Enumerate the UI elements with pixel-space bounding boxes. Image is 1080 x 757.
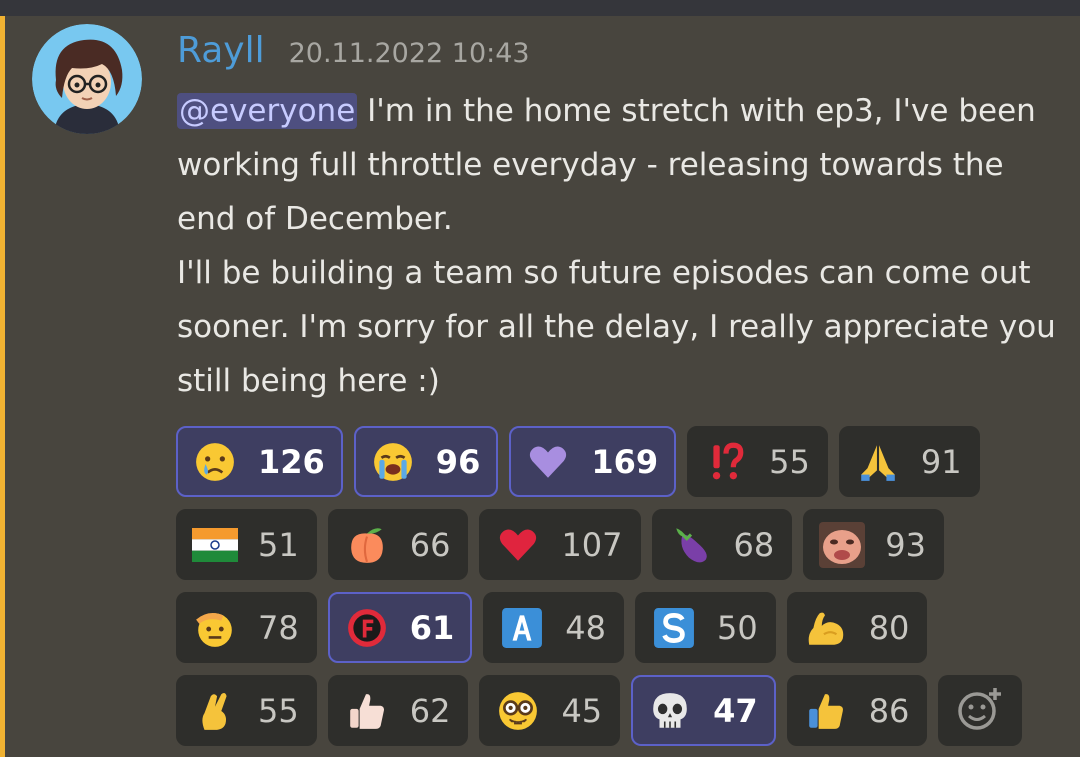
reaction[interactable]: 86 [786,675,928,746]
reaction-count: 96 [435,442,481,481]
reactions-bar: 126 96 169 55 91 51 66 107 68 93 78 61 4… [176,426,1056,746]
loudly-crying-face-icon [370,439,416,485]
exclamation-question-icon [703,439,749,485]
reaction-count: 55 [258,691,299,730]
add-reaction-icon [955,686,1005,736]
reaction[interactable]: 96 [353,426,499,497]
reaction-count: 51 [258,525,299,564]
reaction[interactable]: 66 [327,509,469,580]
reaction[interactable]: 107 [479,509,641,580]
reaction-count: 50 [716,608,758,647]
reaction[interactable]: 51 [176,509,317,580]
author-name[interactable]: Rayll [177,30,265,71]
reaction-count: 68 [733,525,775,564]
reaction-count: 169 [591,442,659,481]
avatar[interactable] [32,24,142,134]
crying-face-icon [192,439,238,485]
reaction[interactable]: 91 [838,426,980,497]
letter-a-icon [499,605,545,651]
letter-f-badge-icon [344,605,390,651]
thumbs-up-light-icon [344,688,390,734]
reaction[interactable]: 80 [786,592,928,663]
reaction-count: 86 [868,691,910,730]
reaction[interactable]: 68 [651,509,793,580]
reaction-count: 61 [409,608,455,647]
folded-hands-icon [855,439,901,485]
message-content: @everyone I'm in the home stretch with e… [177,84,1057,408]
skull-icon [647,688,693,734]
reaction-count: 66 [409,525,451,564]
add-reaction-button[interactable] [938,675,1023,746]
flexed-biceps-icon [803,605,849,651]
reaction-count: 48 [565,608,606,647]
reaction[interactable]: 126 [176,426,343,497]
reaction-count: 47 [713,691,758,730]
reaction-count: 91 [920,442,962,481]
reaction[interactable]: 169 [509,426,677,497]
reaction-count: 55 [769,442,810,481]
reaction[interactable]: 93 [803,509,944,580]
reaction[interactable]: 50 [634,592,776,663]
reaction-count: 45 [561,691,603,730]
india-flag-icon [192,522,238,568]
saluting-face-icon [192,605,238,651]
top-bar [0,0,1080,16]
mention-everyone[interactable]: @everyone [177,93,358,129]
reaction-count: 62 [409,691,451,730]
reaction[interactable]: 55 [687,426,828,497]
reaction[interactable]: 55 [176,675,317,746]
reaction[interactable]: 78 [176,592,317,663]
reaction-count: 78 [258,608,299,647]
peach-icon [344,522,390,568]
red-heart-icon [495,522,541,568]
reaction[interactable]: 47 [631,675,776,746]
thumbs-up-icon [803,688,849,734]
message-header: Rayll 20.11.2022 10:43 [177,30,530,80]
nerd-face-icon [495,688,541,734]
reaction-count: 107 [561,525,623,564]
reaction-count: 93 [885,525,926,564]
reaction-count: 80 [868,608,910,647]
eggplant-icon [668,522,714,568]
letter-s-icon [651,605,697,651]
message-line: @everyone I'm in the home stretch with e… [177,84,1057,246]
reaction-count: 126 [258,442,325,481]
reaction[interactable]: 45 [479,675,621,746]
custom-face-icon [819,521,866,568]
message-timestamp: 20.11.2022 10:43 [288,38,530,69]
purple-heart-icon [525,439,571,485]
mention-highlight-bar [0,16,5,757]
reaction[interactable]: 62 [327,675,469,746]
reaction[interactable]: 61 [327,592,473,663]
crossed-fingers-icon [192,688,238,734]
message-line: I'll be building a team so future episod… [177,255,1056,399]
reaction[interactable]: 48 [483,592,624,663]
